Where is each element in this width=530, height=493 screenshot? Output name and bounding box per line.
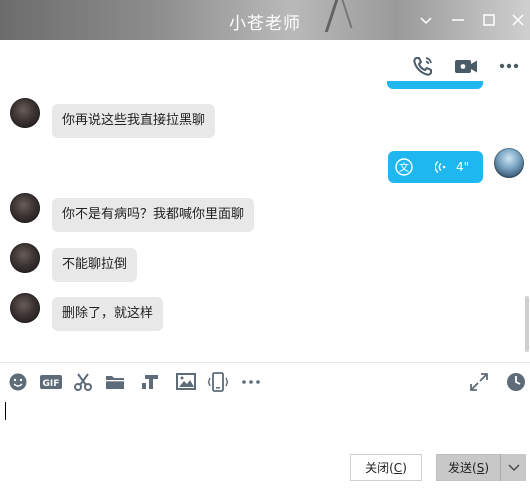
more-icon[interactable] xyxy=(240,371,262,393)
history-icon[interactable] xyxy=(505,371,527,393)
close-button-key: C xyxy=(393,461,403,475)
image-icon[interactable] xyxy=(175,371,197,393)
message-bubble: 你再说这些我直接拉黑聊 xyxy=(52,104,216,138)
send-options-button[interactable] xyxy=(500,454,526,481)
gif-icon[interactable]: GIF xyxy=(39,371,63,393)
voice-duration: 4" xyxy=(456,160,470,174)
text-caret xyxy=(5,402,6,420)
gif-label: GIF xyxy=(43,379,60,389)
message-bubble: 删除了，就这样 xyxy=(52,297,164,331)
scissors-icon[interactable] xyxy=(72,371,94,393)
emoji-icon[interactable] xyxy=(7,371,29,393)
title-bar: 小苍老师 xyxy=(0,0,530,40)
toolbar-divider xyxy=(0,362,530,363)
voice-wave-icon xyxy=(435,160,446,174)
close-button[interactable]: 关闭(C) xyxy=(350,454,422,481)
more-options-icon[interactable] xyxy=(495,52,523,80)
close-button-label: 关闭( xyxy=(365,461,394,475)
expand-icon[interactable] xyxy=(468,371,490,393)
contact-avatar[interactable] xyxy=(10,293,40,323)
contact-avatar[interactable] xyxy=(10,98,40,128)
my-avatar[interactable] xyxy=(494,148,524,178)
voice-to-text-icon[interactable]: 文 xyxy=(394,157,414,177)
music-icon[interactable] xyxy=(139,371,161,393)
send-button[interactable]: 发送(S) xyxy=(436,454,501,481)
video-call-icon[interactable] xyxy=(452,52,480,80)
send-button-tail: ) xyxy=(484,461,489,475)
minimize-button[interactable] xyxy=(448,10,468,30)
chevron-down-icon xyxy=(508,464,520,471)
chevron-down-icon[interactable] xyxy=(416,10,436,30)
close-window-button[interactable] xyxy=(508,10,528,30)
contact-avatar[interactable] xyxy=(10,243,40,273)
chat-scrollbar[interactable] xyxy=(525,296,529,352)
close-button-tail: ) xyxy=(402,461,407,475)
voice-call-icon[interactable] xyxy=(409,52,437,80)
message-bubble: 不能聊拉倒 xyxy=(52,248,138,282)
voice-message-bubble[interactable]: 文 4" xyxy=(388,151,483,183)
svg-text:文: 文 xyxy=(399,161,409,174)
folder-icon[interactable] xyxy=(104,371,126,393)
previous-message-bubble xyxy=(387,81,483,89)
message-bubble: 你不是有病吗？我都喊你里面聊 xyxy=(52,198,255,232)
contact-avatar[interactable] xyxy=(10,193,40,223)
maximize-button[interactable] xyxy=(479,10,499,30)
shake-icon[interactable] xyxy=(207,371,229,393)
message-input[interactable] xyxy=(0,396,530,446)
send-button-label: 发送( xyxy=(448,461,477,475)
